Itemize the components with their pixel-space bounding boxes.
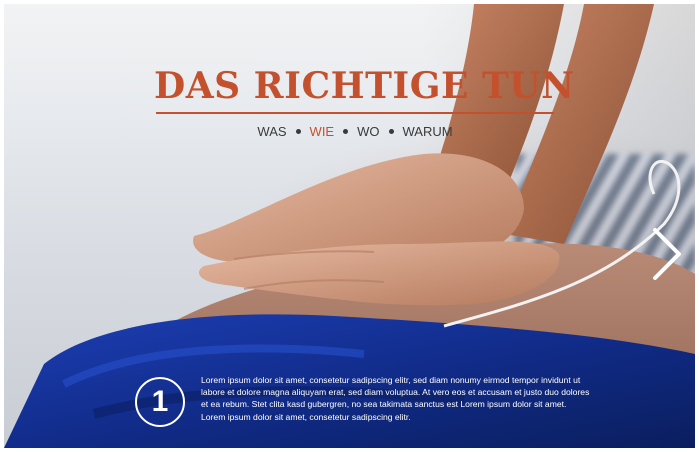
- hero-slide: DAS RICHTIGE TUN WAS WIE WO WARUM 1 Lorem i…: [4, 4, 695, 448]
- title-underline: [156, 112, 554, 114]
- section-nav-was[interactable]: WAS: [257, 124, 286, 139]
- chevron-right-icon: [653, 228, 681, 280]
- next-slide-button[interactable]: [649, 226, 685, 282]
- section-nav-wie[interactable]: WIE: [310, 124, 335, 139]
- nav-separator-dot: [388, 129, 394, 135]
- page-title: DAS RICHTIGE TUN: [154, 65, 575, 107]
- section-nav-wo[interactable]: WO: [357, 124, 379, 139]
- hero-title-block: DAS RICHTIGE TUN WAS WIE WO WARUM: [154, 64, 575, 139]
- step-description: Lorem ipsum dolor sit amet, consetetur s…: [201, 375, 590, 422]
- nav-separator-dot: [295, 129, 301, 135]
- section-nav: WAS WIE WO WARUM: [154, 124, 556, 139]
- nav-separator-dot: [343, 129, 349, 135]
- step-number-badge: 1: [135, 377, 185, 427]
- section-nav-warum[interactable]: WARUM: [403, 124, 453, 139]
